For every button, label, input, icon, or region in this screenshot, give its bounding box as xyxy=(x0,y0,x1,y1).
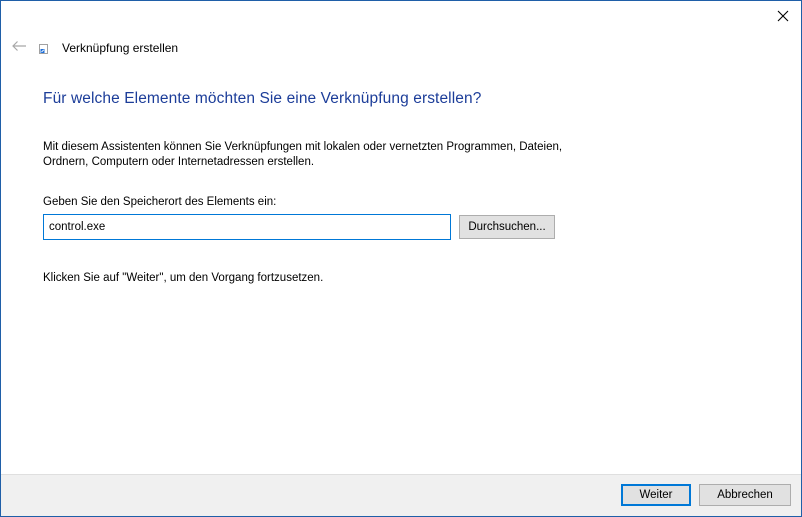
wizard-title: Verknüpfung erstellen xyxy=(62,41,179,55)
next-button[interactable]: Weiter xyxy=(621,484,691,506)
page-heading: Für welche Elemente möchten Sie eine Ver… xyxy=(43,90,482,107)
create-shortcut-window: Verknüpfung erstellen Für welche Element… xyxy=(0,0,802,517)
shortcut-icon xyxy=(39,44,48,54)
browse-button[interactable]: Durchsuchen... xyxy=(459,215,555,239)
wizard-description: Mit diesem Assistenten können Sie Verknü… xyxy=(43,141,563,168)
cancel-button[interactable]: Abbrechen xyxy=(699,484,791,506)
close-button[interactable] xyxy=(771,5,795,27)
continue-hint: Klicken Sie auf "Weiter", um den Vorgang… xyxy=(43,272,324,284)
back-button[interactable] xyxy=(9,37,29,55)
location-label: Geben Sie den Speicherort des Elements e… xyxy=(43,196,277,208)
location-input[interactable] xyxy=(43,214,451,240)
close-icon xyxy=(777,10,789,22)
arrow-left-icon xyxy=(12,41,26,51)
wizard-footer: Weiter Abbrechen xyxy=(1,474,801,516)
